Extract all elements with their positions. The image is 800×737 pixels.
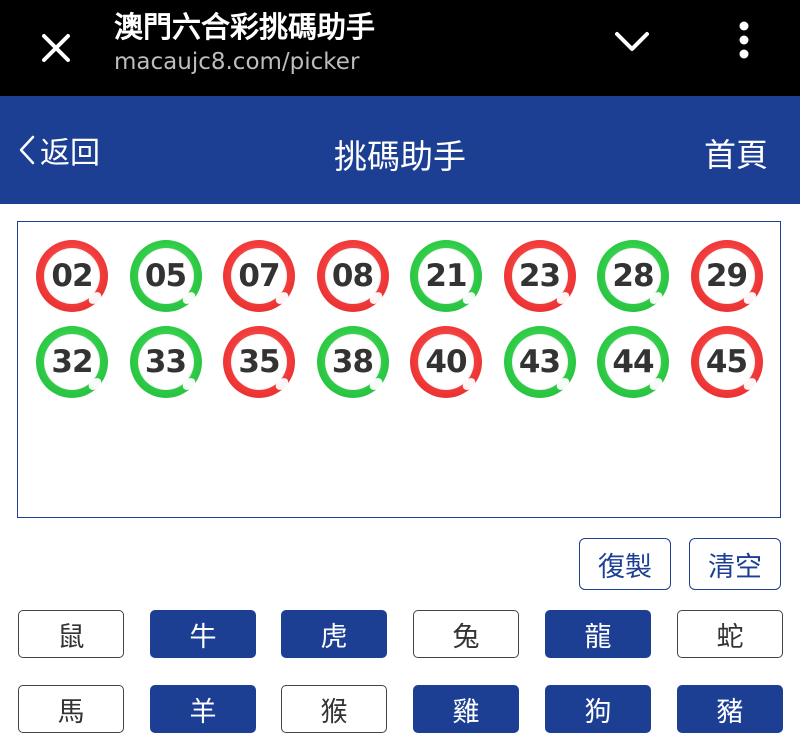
number-ball[interactable]: 43	[503, 326, 576, 398]
zodiac-button[interactable]: 豬	[677, 685, 783, 733]
number-ball[interactable]: 33	[129, 326, 202, 398]
zodiac-button[interactable]: 雞	[413, 685, 519, 733]
number-ball[interactable]: 23	[503, 240, 576, 312]
copy-button[interactable]: 復製	[579, 538, 671, 590]
selected-numbers-panel: 02 05 07 08 21 23 28 29 32 33 35 38 40 43 44 45	[17, 221, 781, 518]
zodiac-button[interactable]: 龍	[545, 610, 651, 658]
more-options-button[interactable]	[722, 14, 766, 66]
zodiac-button[interactable]: 牛	[150, 610, 256, 658]
chevron-left-icon	[19, 135, 35, 165]
browser-url[interactable]: macaujc8.com/picker	[114, 49, 359, 75]
app-header: 返回 挑碼助手 首頁	[0, 96, 800, 204]
zodiac-button[interactable]: 羊	[150, 685, 256, 733]
number-ball[interactable]: 35	[223, 326, 295, 398]
number-ball[interactable]: 32	[36, 326, 108, 398]
number-ball[interactable]: 38	[316, 326, 389, 398]
number-ball[interactable]: 05	[129, 240, 202, 312]
browser-toolbar: 澳門六合彩挑碼助手 macaujc8.com/picker	[0, 0, 800, 96]
number-ball[interactable]: 08	[316, 240, 389, 312]
zodiac-button[interactable]: 狗	[545, 685, 651, 733]
number-ball[interactable]: 21	[410, 240, 482, 312]
zodiac-button[interactable]: 馬	[18, 685, 124, 733]
close-button[interactable]	[28, 20, 84, 76]
page-title: 挑碼助手	[334, 137, 466, 176]
zodiac-button[interactable]: 虎	[281, 610, 387, 658]
home-button[interactable]: 首頁	[704, 130, 768, 176]
zodiac-button[interactable]: 猴	[281, 685, 387, 733]
number-ball[interactable]: 07	[223, 240, 295, 312]
more-vertical-icon	[739, 21, 749, 59]
number-ball[interactable]: 29	[690, 240, 763, 312]
ball-grid: 02 05 07 08 21 23 28 29 32 33 35 38 40 43 44 45	[36, 240, 776, 398]
back-button[interactable]: 返回	[18, 130, 100, 171]
browser-page-title: 澳門六合彩挑碼助手	[114, 10, 376, 44]
close-icon	[42, 34, 70, 62]
number-ball[interactable]: 44	[597, 326, 669, 398]
back-label: 返回	[40, 136, 100, 171]
chevron-down-icon	[615, 32, 649, 51]
zodiac-button[interactable]: 蛇	[677, 610, 783, 658]
number-ball[interactable]: 28	[597, 240, 669, 312]
number-ball[interactable]: 40	[410, 326, 482, 398]
zodiac-button[interactable]: 兔	[413, 610, 519, 658]
collapse-button[interactable]	[606, 20, 658, 64]
number-ball[interactable]: 45	[690, 326, 763, 398]
zodiac-button[interactable]: 鼠	[18, 610, 124, 658]
clear-button[interactable]: 清空	[689, 538, 781, 590]
number-ball[interactable]: 02	[36, 240, 108, 312]
